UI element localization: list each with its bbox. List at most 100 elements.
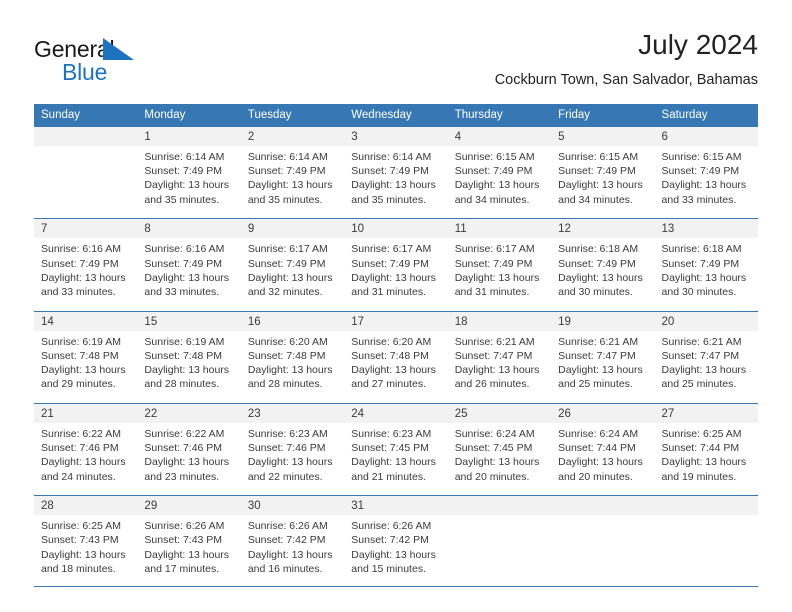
sunset-text: Sunset: 7:46 PM (144, 442, 223, 455)
daylight-text-2: and 20 minutes. (454, 470, 530, 483)
sunset-text: Sunset: 7:49 PM (558, 165, 636, 178)
sunrise-text: Sunrise: 6:18 AM (661, 243, 742, 256)
day-cell: Sunrise: 6:19 AM Sunset: 7:48 PM Dayligh… (34, 330, 138, 402)
sunset-text: Sunset: 7:42 PM (351, 534, 429, 547)
sunset-text: Sunset: 7:43 PM (144, 534, 223, 547)
daylight-text-1: Daylight: 13 hours (454, 456, 540, 469)
day-number: 4 (447, 127, 552, 146)
sunrise-text: Sunrise: 6:16 AM (41, 243, 121, 256)
sunset-text: Sunset: 7:49 PM (661, 165, 740, 178)
daylight-text-2: and 35 minutes. (144, 193, 220, 206)
sunrise-text: Sunrise: 6:25 AM (661, 427, 742, 440)
day-cell: Sunrise: 6:25 AM Sunset: 7:43 PM Dayligh… (34, 515, 138, 587)
daylight-text-2: and 28 minutes. (144, 378, 220, 391)
daylight-text-1: Daylight: 13 hours (454, 271, 540, 284)
day-number: 15 (137, 311, 241, 331)
day-cell (551, 515, 655, 587)
day-cell: Sunrise: 6:14 AM Sunset: 7:49 PM Dayligh… (240, 146, 345, 217)
day-cell (34, 146, 138, 217)
logo-triangle-icon (103, 38, 134, 60)
daylight-text-1: Daylight: 13 hours (661, 179, 747, 192)
day-cell: Sunrise: 6:26 AM Sunset: 7:42 PM Dayligh… (240, 515, 345, 587)
day-number (654, 495, 758, 516)
daylight-text-2: and 33 minutes. (41, 285, 116, 298)
weekday-header-friday: Friday (551, 104, 655, 127)
page-header: General Blue July 2024 Cockburn Town, Sa… (34, 28, 758, 98)
sunset-text: Sunset: 7:49 PM (41, 257, 119, 270)
sunset-text: Sunset: 7:46 PM (247, 442, 326, 455)
sunset-text: Sunset: 7:47 PM (558, 349, 636, 362)
daylight-text-2: and 35 minutes. (351, 193, 426, 206)
sunrise-text: Sunrise: 6:14 AM (247, 151, 328, 163)
day-cell (654, 515, 758, 587)
sunrise-text: Sunrise: 6:23 AM (247, 427, 328, 440)
sunrise-text: Sunrise: 6:22 AM (41, 427, 121, 440)
daylight-text-2: and 31 minutes. (454, 285, 530, 298)
day-number: 16 (240, 311, 345, 331)
sunset-text: Sunset: 7:43 PM (41, 534, 119, 547)
daylight-text-2: and 17 minutes. (144, 562, 220, 575)
day-number: 11 (447, 218, 552, 239)
sunrise-text: Sunrise: 6:21 AM (661, 335, 742, 348)
daylight-text-1: Daylight: 13 hours (247, 456, 333, 469)
day-cell: Sunrise: 6:21 AM Sunset: 7:47 PM Dayligh… (654, 330, 758, 402)
day-number: 17 (344, 311, 448, 331)
day-number: 21 (34, 403, 138, 423)
day-cell: Sunrise: 6:24 AM Sunset: 7:44 PM Dayligh… (551, 422, 655, 494)
sunrise-text: Sunrise: 6:26 AM (144, 520, 225, 533)
day-cell: Sunrise: 6:14 AM Sunset: 7:49 PM Dayligh… (344, 146, 448, 217)
daylight-text-1: Daylight: 13 hours (41, 271, 126, 284)
week-row-details: Sunrise: 6:22 AM Sunset: 7:46 PM Dayligh… (34, 422, 758, 494)
daylight-text-2: and 28 minutes. (247, 378, 323, 391)
daylight-text-1: Daylight: 13 hours (558, 364, 643, 377)
day-number: 20 (654, 311, 758, 331)
page-title: July 2024 (638, 29, 758, 60)
day-cell: Sunrise: 6:14 AM Sunset: 7:49 PM Dayligh… (137, 146, 241, 217)
sunset-text: Sunset: 7:44 PM (661, 442, 740, 455)
page-subtitle: Cockburn Town, San Salvador, Bahamas (494, 72, 758, 88)
weekday-header-tuesday: Tuesday (240, 104, 345, 127)
calendar-header-row: Sunday Monday Tuesday Wednesday Thursday… (34, 104, 758, 127)
day-number (34, 127, 138, 146)
daylight-text-1: Daylight: 13 hours (41, 364, 126, 377)
sunrise-text: Sunrise: 6:22 AM (144, 427, 225, 440)
day-number: 22 (137, 403, 241, 423)
sunrise-text: Sunrise: 6:21 AM (558, 335, 639, 348)
day-cell: Sunrise: 6:17 AM Sunset: 7:49 PM Dayligh… (240, 238, 345, 310)
day-number (551, 495, 655, 516)
sunset-text: Sunset: 7:49 PM (351, 165, 429, 178)
sunset-text: Sunset: 7:47 PM (454, 349, 533, 362)
daylight-text-1: Daylight: 13 hours (144, 456, 230, 469)
daylight-text-1: Daylight: 13 hours (144, 271, 230, 284)
sunrise-text: Sunrise: 6:19 AM (144, 335, 225, 348)
day-cell: Sunrise: 6:25 AM Sunset: 7:44 PM Dayligh… (654, 422, 758, 494)
daylight-text-2: and 30 minutes. (558, 285, 633, 298)
day-cell: Sunrise: 6:21 AM Sunset: 7:47 PM Dayligh… (447, 330, 552, 402)
daylight-text-2: and 30 minutes. (661, 285, 737, 298)
sunset-text: Sunset: 7:49 PM (247, 257, 326, 270)
sunrise-text: Sunrise: 6:17 AM (454, 243, 535, 256)
daylight-text-2: and 22 minutes. (247, 470, 323, 483)
week-row-daynumbers: 1 2 3 4 5 6 (34, 127, 758, 146)
daylight-text-1: Daylight: 13 hours (661, 364, 747, 377)
sunrise-text: Sunrise: 6:14 AM (351, 151, 432, 163)
daylight-text-1: Daylight: 13 hours (144, 179, 230, 192)
sunset-text: Sunset: 7:48 PM (144, 349, 223, 362)
daylight-text-1: Daylight: 13 hours (351, 548, 436, 561)
sunset-text: Sunset: 7:49 PM (144, 257, 223, 270)
day-number: 5 (551, 127, 655, 146)
calendar-bottom-border (34, 586, 758, 587)
day-number (447, 495, 552, 516)
sunrise-text: Sunrise: 6:18 AM (558, 243, 639, 256)
day-cell: Sunrise: 6:23 AM Sunset: 7:46 PM Dayligh… (240, 422, 345, 494)
day-cell: Sunrise: 6:17 AM Sunset: 7:49 PM Dayligh… (344, 238, 448, 310)
day-number: 8 (137, 218, 241, 239)
day-number: 3 (344, 127, 448, 146)
day-cell: Sunrise: 6:19 AM Sunset: 7:48 PM Dayligh… (137, 330, 241, 402)
daylight-text-2: and 24 minutes. (41, 470, 116, 483)
daylight-text-1: Daylight: 13 hours (247, 364, 333, 377)
weekday-header-wednesday: Wednesday (344, 104, 448, 127)
day-number: 27 (654, 403, 758, 423)
sunrise-text: Sunrise: 6:15 AM (454, 151, 535, 163)
week-row-details: Sunrise: 6:19 AM Sunset: 7:48 PM Dayligh… (34, 330, 758, 402)
